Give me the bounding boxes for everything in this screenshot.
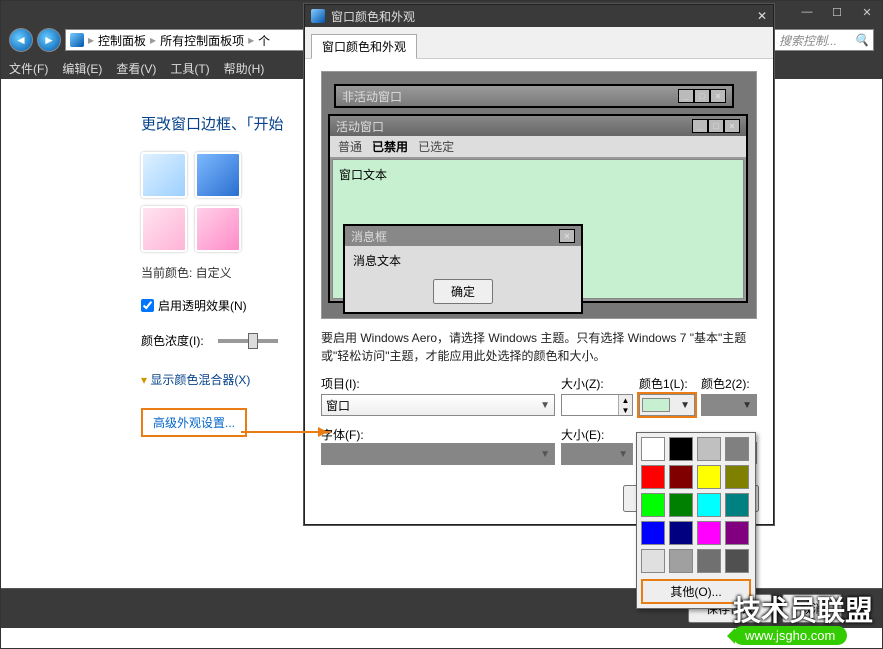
- color-swatch[interactable]: [641, 465, 665, 489]
- intensity-label: 颜色浓度(I):: [141, 332, 204, 349]
- intensity-slider[interactable]: [218, 339, 278, 343]
- size-e-label: 大小(E):: [561, 426, 633, 443]
- window-text: 窗口文本: [339, 168, 387, 182]
- color-swatch[interactable]: [725, 437, 749, 461]
- chevron-down-icon: ▼: [678, 400, 692, 411]
- close-button[interactable]: ✕: [856, 4, 878, 20]
- size-z-label: 大小(Z):: [561, 375, 633, 392]
- color-swatch[interactable]: [641, 493, 665, 517]
- chevron-down-icon: ▼: [540, 400, 550, 411]
- color-swatch[interactable]: [641, 521, 665, 545]
- font-label: 字体(F):: [321, 426, 555, 443]
- advanced-appearance-link[interactable]: 高级外观设置...: [141, 408, 247, 437]
- size-z-spinner[interactable]: ▲▼: [561, 394, 633, 416]
- msgbox-text: 消息文本: [353, 252, 573, 269]
- search-placeholder: 搜索控制...: [779, 32, 837, 49]
- annotation-arrow: [241, 431, 331, 433]
- color-picker-popup: 其他(O)...: [636, 432, 756, 609]
- msgbox-ok: 确定: [433, 279, 493, 304]
- maximize-button[interactable]: ☐: [826, 4, 848, 20]
- color-swatch[interactable]: [641, 437, 665, 461]
- transparency-checkbox[interactable]: [141, 299, 154, 312]
- font-combo: ▼: [321, 443, 555, 465]
- back-button[interactable]: ◄: [9, 28, 33, 52]
- cp-icon: [70, 33, 84, 47]
- color-swatch[interactable]: [669, 493, 693, 517]
- menu-selected: 已选定: [418, 140, 454, 154]
- menu-help[interactable]: 帮助(H): [224, 60, 265, 77]
- color-swatch[interactable]: [641, 549, 665, 573]
- tabstrip: 窗口颜色和外观: [305, 27, 773, 59]
- dialog-title: 窗口颜色和外观: [331, 8, 415, 25]
- color-swatch[interactable]: [725, 493, 749, 517]
- color-swatch[interactable]: [725, 521, 749, 545]
- inactive-title: 非活动窗口: [342, 88, 402, 105]
- item-value: 窗口: [326, 397, 350, 414]
- color-swatch[interactable]: [141, 152, 187, 198]
- close-icon[interactable]: ✕: [757, 9, 767, 23]
- color-swatch[interactable]: [725, 465, 749, 489]
- size-e-combo: ▼: [561, 443, 633, 465]
- forward-button[interactable]: ►: [37, 28, 61, 52]
- tab-appearance[interactable]: 窗口颜色和外观: [311, 34, 417, 59]
- color2-button: ▼: [701, 394, 757, 416]
- color-swatch[interactable]: [669, 549, 693, 573]
- item-combo[interactable]: 窗口 ▼: [321, 394, 555, 416]
- color-swatch[interactable]: [697, 465, 721, 489]
- item-label: 项目(I):: [321, 375, 555, 392]
- color-swatch[interactable]: [725, 549, 749, 573]
- color-swatch[interactable]: [697, 521, 721, 545]
- menu-edit[interactable]: 编辑(E): [62, 60, 102, 77]
- watermark: 技术员联盟 www.jsgho.com: [733, 589, 873, 645]
- preview-inactive-window: 非活动窗口 _□×: [334, 84, 734, 108]
- search-icon: 🔍: [854, 33, 869, 47]
- color-swatch[interactable]: [195, 152, 241, 198]
- menu-normal: 普通: [338, 140, 362, 154]
- watermark-url: www.jsgho.com: [733, 626, 847, 645]
- color-swatch[interactable]: [195, 206, 241, 252]
- color-swatch[interactable]: [141, 206, 187, 252]
- color-swatch[interactable]: [669, 521, 693, 545]
- dialog-titlebar[interactable]: 窗口颜色和外观 ✕: [305, 5, 773, 27]
- preview-msgbox: 消息框 × 消息文本 确定: [343, 224, 583, 314]
- active-title: 活动窗口: [336, 118, 384, 135]
- menu-disabled: 已禁用: [372, 140, 408, 154]
- color-swatch[interactable]: [669, 437, 693, 461]
- dialog-icon: [311, 9, 325, 23]
- color1-button[interactable]: ▼: [639, 394, 695, 416]
- preview-active-window: 活动窗口 _□× 普通 已禁用 已选定 窗口文本 消息框 ×: [328, 114, 748, 303]
- color2-label: 颜色2(2):: [701, 375, 757, 392]
- breadcrumb[interactable]: 所有控制面板项: [160, 32, 244, 49]
- minimize-button[interactable]: —: [796, 4, 818, 20]
- search-input[interactable]: 搜索控制... 🔍: [774, 29, 874, 51]
- menu-file[interactable]: 文件(F): [9, 60, 48, 77]
- menu-tools[interactable]: 工具(T): [170, 60, 209, 77]
- msgbox-title: 消息框: [351, 228, 387, 245]
- color-swatch[interactable]: [697, 493, 721, 517]
- preview-pane: 非活动窗口 _□× 活动窗口 _□× 普通 已禁用 已选定 窗口文本: [321, 71, 757, 319]
- color-swatch[interactable]: [669, 465, 693, 489]
- breadcrumb[interactable]: 控制面板: [98, 32, 146, 49]
- menu-view[interactable]: 查看(V): [116, 60, 156, 77]
- aero-note: 要启用 Windows Aero，请选择 Windows 主题。只有选择 Win…: [321, 329, 757, 365]
- color1-label: 颜色1(L):: [639, 375, 695, 392]
- color-swatch[interactable]: [697, 437, 721, 461]
- breadcrumb[interactable]: 个: [258, 32, 270, 49]
- transparency-label: 启用透明效果(N): [158, 297, 247, 314]
- watermark-text: 技术员联盟: [733, 589, 873, 629]
- color-swatch[interactable]: [697, 549, 721, 573]
